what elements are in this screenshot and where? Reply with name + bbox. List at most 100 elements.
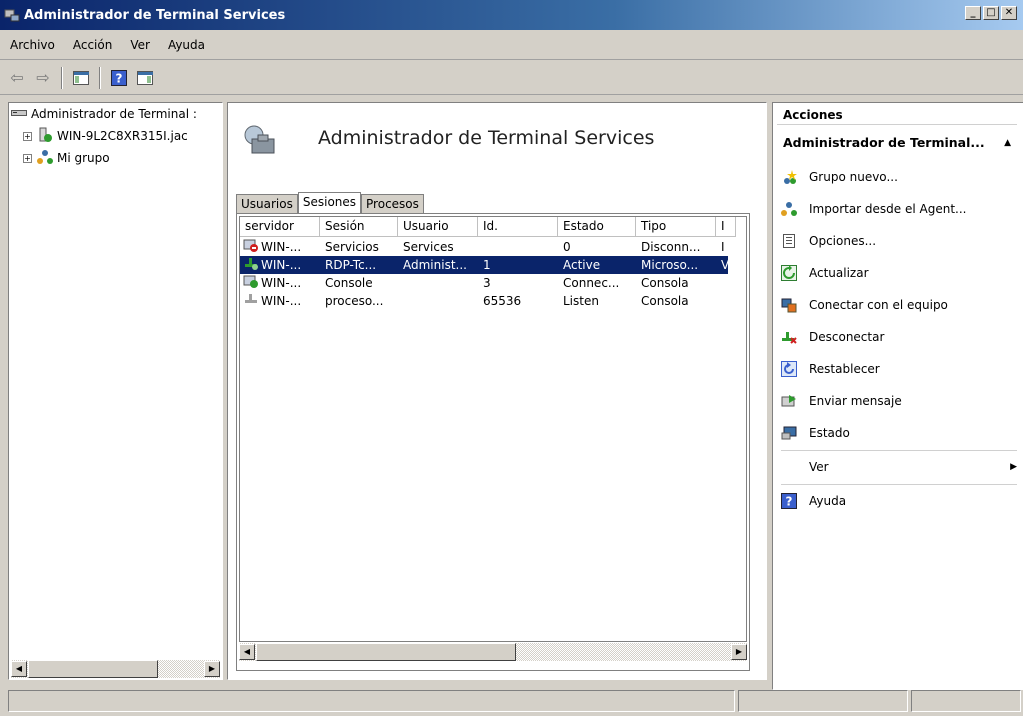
expand-icon[interactable]: + xyxy=(23,131,32,141)
action-ver[interactable]: Ver ▶ xyxy=(781,453,1017,481)
tree-item-server[interactable]: + WIN-9L2C8XR315I.jac xyxy=(23,127,188,145)
column-header-id[interactable]: Id. xyxy=(478,217,558,237)
cell-servidor: WIN-... xyxy=(261,258,302,272)
computer-icon xyxy=(37,127,53,146)
action-conectar[interactable]: Conectar con el equipo xyxy=(781,291,948,319)
disconnect-icon xyxy=(781,329,797,345)
collapse-up-icon[interactable]: ▲ xyxy=(1004,133,1017,153)
action-importar[interactable]: Importar desde el Agent... xyxy=(781,195,967,223)
action-enviar-mensaje[interactable]: Enviar mensaje xyxy=(781,387,902,415)
tab-sesiones[interactable]: Sesiones xyxy=(297,192,362,214)
actions-section-header[interactable]: Administrador de Terminal... ▲ xyxy=(777,133,1017,153)
scroll-thumb[interactable] xyxy=(28,660,158,678)
expand-icon[interactable]: + xyxy=(23,153,32,163)
column-header-sesion[interactable]: Sesión xyxy=(320,217,398,237)
list-header: servidor Sesión Usuario Id. Estado Tipo … xyxy=(240,217,736,237)
action-actualizar[interactable]: Actualizar xyxy=(781,259,869,287)
cell-usuario xyxy=(398,274,478,292)
submenu-arrow-icon: ▶ xyxy=(1010,462,1017,472)
cell-tipo: Disconn... xyxy=(641,240,701,254)
column-header-estado[interactable]: Estado xyxy=(558,217,636,237)
help-icon[interactable]: ? xyxy=(108,67,130,89)
cell-extra xyxy=(716,274,728,292)
tree-root[interactable]: Administrador de Terminal : xyxy=(11,105,197,123)
options-icon xyxy=(781,233,797,249)
close-button[interactable]: ✕ xyxy=(1001,6,1017,20)
table-row[interactable]: WIN-... Servicios Services 0 Disconn... … xyxy=(240,238,728,256)
list-horizontal-scrollbar[interactable]: ◀ ▶ xyxy=(239,643,747,661)
tab-procesos[interactable]: Procesos xyxy=(361,194,424,213)
action-desconectar[interactable]: Desconectar xyxy=(781,323,884,351)
session-connected-icon xyxy=(243,274,259,292)
action-ayuda[interactable]: ? Ayuda xyxy=(781,487,846,515)
column-header-tipo[interactable]: Tipo xyxy=(636,217,716,237)
column-header-servidor[interactable]: servidor xyxy=(240,217,320,237)
status-icon xyxy=(781,425,797,441)
group-icon xyxy=(37,149,53,168)
console-tree: Administrador de Terminal : + WIN-9L2C8X… xyxy=(8,102,223,680)
show-hide-action-pane-icon[interactable] xyxy=(134,67,156,89)
window-title: Administrador de Terminal Services xyxy=(24,7,286,23)
svg-text:?: ? xyxy=(116,71,123,85)
cell-sesion: Console xyxy=(325,276,373,290)
action-label: Conectar con el equipo xyxy=(809,298,948,312)
table-row[interactable]: WIN-... proceso... 65536 Listen Consola xyxy=(240,292,728,310)
cell-sesion: RDP-Tc... xyxy=(325,258,377,272)
cell-tipo: Consola xyxy=(641,276,689,290)
cell-id: 65536 xyxy=(483,294,522,308)
tree-item-group[interactable]: + Mi grupo xyxy=(23,149,110,167)
new-group-icon xyxy=(781,169,797,185)
scroll-left-icon[interactable]: ◀ xyxy=(239,644,255,660)
maximize-button[interactable]: □ xyxy=(983,6,999,20)
tree-root-label: Administrador de Terminal : xyxy=(31,107,197,121)
cell-id xyxy=(478,238,558,256)
scroll-left-icon[interactable]: ◀ xyxy=(11,661,27,677)
connect-icon xyxy=(781,297,797,313)
actions-section-label: Administrador de Terminal... xyxy=(783,135,985,150)
tab-usuarios[interactable]: Usuarios xyxy=(236,194,298,213)
action-label: Opciones... xyxy=(809,234,877,248)
session-listen-icon xyxy=(243,292,259,310)
menu-ver[interactable]: Ver xyxy=(128,36,152,54)
cell-tipo: Microso... xyxy=(641,258,699,272)
scroll-right-icon[interactable]: ▶ xyxy=(731,644,747,660)
menu-accion[interactable]: Acción xyxy=(71,36,114,54)
action-estado[interactable]: Estado xyxy=(781,419,850,447)
cell-id: 1 xyxy=(483,258,491,272)
help-icon: ? xyxy=(781,493,797,509)
table-row[interactable]: WIN-... RDP-Tc... Administ... 1 Active M… xyxy=(240,256,728,274)
cell-sesion: proceso... xyxy=(325,294,384,308)
menu-ayuda[interactable]: Ayuda xyxy=(166,36,207,54)
cell-estado: Active xyxy=(563,258,601,272)
action-label: Estado xyxy=(809,426,850,440)
action-restablecer[interactable]: Restablecer xyxy=(781,355,880,383)
forward-arrow-icon[interactable]: ⇨ xyxy=(32,67,54,89)
page-title: Administrador de Terminal Services xyxy=(318,127,655,149)
back-arrow-icon[interactable]: ⇦ xyxy=(6,67,28,89)
actions-divider xyxy=(781,450,1017,451)
cell-tipo: Consola xyxy=(641,294,689,308)
menu-archivo[interactable]: Archivo xyxy=(8,36,57,54)
cell-estado: Listen xyxy=(563,294,599,308)
action-opciones[interactable]: Opciones... xyxy=(781,227,876,255)
action-label: Ayuda xyxy=(809,494,847,508)
tree-horizontal-scrollbar[interactable]: ◀ ▶ xyxy=(11,660,220,678)
status-pane xyxy=(738,690,908,712)
scroll-right-icon[interactable]: ▶ xyxy=(204,661,220,677)
table-row[interactable]: WIN-... Console 3 Connec... Consola xyxy=(240,274,728,292)
column-header-usuario[interactable]: Usuario xyxy=(398,217,478,237)
scroll-thumb[interactable] xyxy=(256,643,516,661)
cell-id: 3 xyxy=(483,276,491,290)
show-hide-tree-icon[interactable] xyxy=(70,67,92,89)
status-pane-main xyxy=(8,690,735,712)
action-grupo-nuevo[interactable]: Grupo nuevo... xyxy=(781,163,898,191)
minimize-button[interactable]: _ xyxy=(965,6,981,20)
column-header-extra[interactable]: I xyxy=(716,217,736,237)
terminal-services-large-icon xyxy=(242,123,278,160)
cell-extra: V xyxy=(716,256,728,274)
actions-pane: Acciones Administrador de Terminal... ▲ … xyxy=(772,102,1023,690)
action-label: Enviar mensaje xyxy=(809,394,902,408)
action-label: Desconectar xyxy=(809,330,885,344)
cell-estado: Connec... xyxy=(563,276,620,290)
cell-servidor: WIN-... xyxy=(261,276,302,290)
